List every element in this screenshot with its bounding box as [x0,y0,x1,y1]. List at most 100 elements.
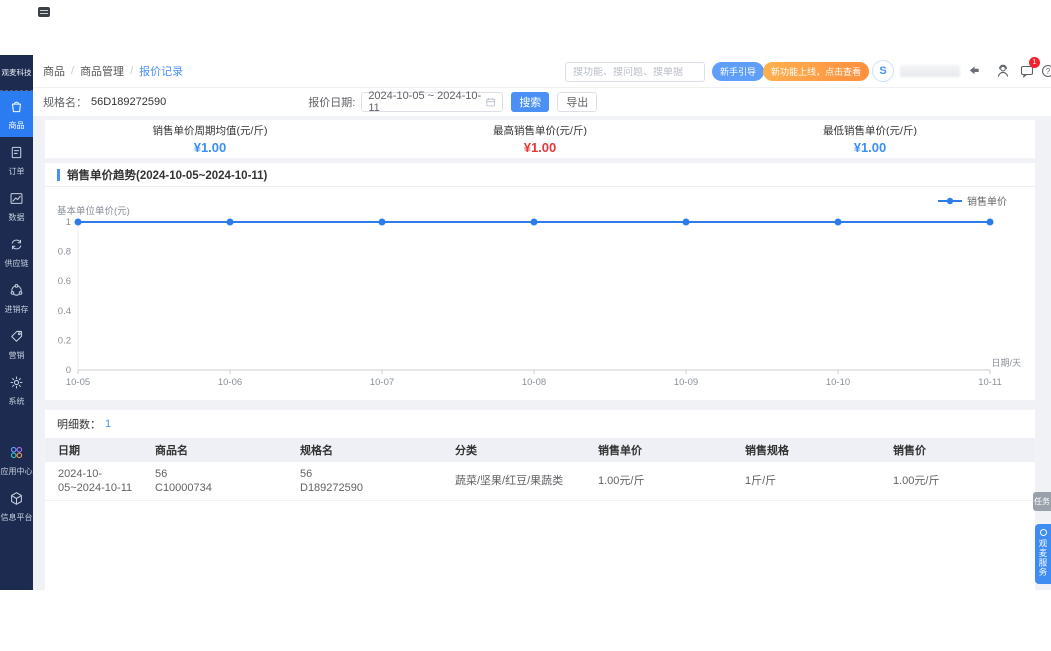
svg-text:0.2: 0.2 [58,335,71,346]
x-axis-unit-label: 日期/天 [991,358,1021,368]
sidebar-item-info-platform[interactable]: 信息平台 [0,483,33,529]
sidebar-item-label: 数据 [8,212,25,222]
svg-text:0.8: 0.8 [58,247,71,258]
service-tab-label: 观麦服务 [1038,539,1048,577]
sidebar-item-data[interactable]: 数据 [0,183,33,229]
svg-text:10-11: 10-11 [978,377,1002,388]
sidebar-item-marketing[interactable]: 营销 [0,321,33,367]
cell-unit-price: 1.00元/斤 [598,475,645,487]
cell-sale-price: 1.00元/斤 [893,475,940,487]
sidebar-item-goods[interactable]: 商品 [0,91,33,137]
svg-text:10-09: 10-09 [674,377,698,388]
sidebar-item-app-center[interactable]: 应用中心 [0,437,33,483]
quote-date-label: 报价日期: [308,97,356,109]
title-accent-bar [57,168,60,181]
svg-text:10-06: 10-06 [218,377,242,388]
sidebar-item-label: 信息平台 [0,512,33,522]
sidebar-item-label: 商品 [8,120,25,130]
stat-avg-price: 销售单价周期均值(元/斤) ¥1.00 [45,120,375,158]
sidebar-item-system[interactable]: 系统 [0,367,33,413]
app-window: 观麦科技 商品 订单 数据 供应链 进销存 营销 系统 应用中心 信息平台 商品… [0,55,1051,590]
data-chart-icon [9,191,24,211]
stat-label: 销售单价周期均值(元/斤) [152,125,268,137]
date-range-input[interactable]: 2024-10-05 ~ 2024-10-11 [361,90,504,114]
messages-icon[interactable]: 1 [1019,57,1040,79]
svg-text:0.6: 0.6 [58,276,71,287]
system-gear-icon [9,375,24,395]
col-header-spec: 规格名 [300,445,333,457]
info-platform-icon [9,491,24,511]
col-header-sale-spec: 销售规格 [745,445,789,457]
browser-tab-icon [38,7,50,17]
stat-value: ¥1.00 [523,140,557,155]
detail-count-value: 1 [105,418,112,430]
sidebar-item-inventory[interactable]: 进销存 [0,275,33,321]
table-card: 明细数： 1 日期 商品名 规格名 分类 销售单价 销售规格 销售价 2024-… [45,410,1035,590]
col-header-date: 日期 [58,445,80,457]
filter-bar: 规格名： 56D189272590 报价日期: 2024-10-05 ~ 202… [33,88,1051,116]
user-name-redacted [900,65,960,77]
page: 观麦科技 商品 订单 数据 供应链 进销存 营销 系统 应用中心 信息平台 商品… [0,0,1051,651]
stat-label: 最低销售单价(元/斤) [823,125,917,137]
customer-service-icon[interactable] [995,63,1011,79]
chart-card: 销售单价趋势(2024-10-05~2024-10-11) 销售单价 基本单位单… [45,163,1035,400]
stat-max-price: 最高销售单价(元/斤) ¥1.00 [375,120,705,158]
sidebar-item-orders[interactable]: 订单 [0,137,33,183]
svg-text:0.4: 0.4 [58,306,71,317]
detail-count-label: 明细数： [57,419,101,431]
chart-title: 销售单价趋势(2024-10-05~2024-10-11) [67,169,268,182]
sidebar-item-label: 系统 [8,396,25,406]
service-chat-icon [1039,529,1047,536]
cell-date: 2024-10-05~2024-10-11 [58,468,133,494]
stats-card: 销售单价周期均值(元/斤) ¥1.00 最高销售单价(元/斤) ¥1.00 最低… [45,120,1035,158]
breadcrumb-goods[interactable]: 商品 [43,63,65,79]
goods-bag-icon [9,99,24,119]
date-range-value: 2024-10-05 ~ 2024-10-11 [368,90,482,114]
stat-value: ¥1.00 [193,140,227,155]
svg-text:1: 1 [66,217,71,228]
cell-category: 蔬菜/坚果/红豆/果蔬类 [455,475,564,487]
service-tab[interactable]: 观麦服务 [1035,524,1051,584]
col-header-product: 商品名 [155,445,188,457]
sidebar-item-label: 应用中心 [0,466,33,476]
cell-product-name: 56 C10000734 [155,468,212,494]
app-center-icon [9,445,24,465]
detail-count: 明细数： 1 [45,410,1035,438]
sidebar-item-supply-chain[interactable]: 供应链 [0,229,33,275]
export-button[interactable]: 导出 [557,92,598,112]
brand-logo: 观麦科技 [0,55,33,91]
chart-title-row: 销售单价趋势(2024-10-05~2024-10-11) [45,163,1035,187]
newbie-guide-button[interactable]: 新手引导 [712,62,765,81]
stat-value: ¥1.00 [853,140,887,155]
breadcrumb-separator: / [130,65,134,77]
svg-text:10-10: 10-10 [826,377,850,388]
breadcrumb-separator: / [71,65,75,77]
switch-account-icon[interactable] [966,63,982,79]
table-row[interactable]: 2024-10-05~2024-10-11 56 C10000734 56 D1… [45,462,1035,501]
sidebar-item-label: 供应链 [4,258,29,268]
global-search [565,62,705,82]
inventory-icon [9,283,24,303]
spec-name-value: 56D189272590 [91,96,167,108]
cell-sale-spec: 1斤/斤 [745,475,777,487]
global-search-input[interactable] [566,66,705,78]
svg-text:10-07: 10-07 [370,377,394,388]
calendar-icon [486,97,495,107]
sidebar-item-label: 进销存 [4,304,29,314]
message-badge: 1 [1029,57,1040,68]
col-header-category: 分类 [455,445,477,457]
breadcrumb-goods-manage[interactable]: 商品管理 [80,63,124,79]
sidebar-item-label: 订单 [8,166,25,176]
marketing-tag-icon [9,329,24,349]
cell-spec-name: 56 D189272590 [300,468,364,494]
svg-text:10-05: 10-05 [66,377,90,388]
sidebar: 观麦科技 商品 订单 数据 供应链 进销存 营销 系统 应用中心 信息平台 [0,55,33,590]
price-trend-chart: 0 0.2 0.4 0.6 0.8 1 10-05 10-06 10-07 10-08 10-09 1… [58,217,1002,388]
help-icon[interactable]: ? [1040,63,1051,79]
avatar[interactable]: S [872,60,894,82]
search-button[interactable]: 搜索 [511,92,550,112]
task-tab[interactable]: 任务 [1033,492,1051,511]
new-feature-button[interactable]: 新功能上线，点击查看 [763,62,870,81]
spec-name-label: 规格名： [43,97,87,109]
